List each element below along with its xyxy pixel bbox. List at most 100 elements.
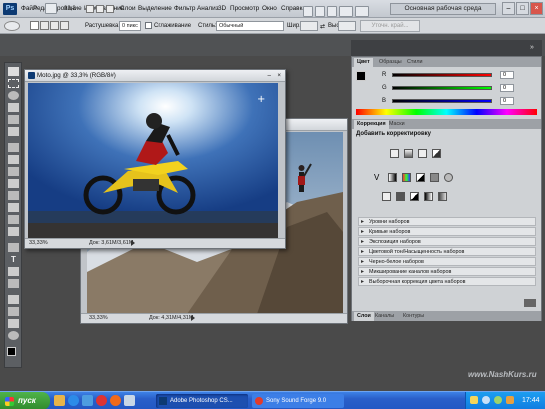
curves-icon[interactable] (418, 149, 427, 158)
move-tool-icon[interactable] (8, 67, 19, 76)
minimize-icon[interactable]: – (502, 2, 515, 15)
add-selection-icon[interactable] (40, 21, 49, 30)
tab-swatches[interactable]: Образцы (376, 58, 405, 67)
shape-tool-icon[interactable] (8, 279, 19, 288)
swap-icon[interactable]: ⇄ (320, 23, 325, 30)
preset-exposure[interactable]: Экспозиция наборов (358, 237, 536, 246)
arrange-documents-icon[interactable] (339, 6, 353, 17)
history-brush-tool-icon[interactable] (8, 179, 19, 188)
hand-tool-icon[interactable] (303, 6, 313, 17)
ellipse-marquee-icon[interactable] (4, 21, 20, 31)
magnifier-icon[interactable] (96, 5, 104, 13)
adjustments-options-icon[interactable] (524, 299, 536, 307)
zoom-value[interactable]: 33,3 (64, 4, 76, 14)
zoom-status[interactable]: 33,33% (89, 314, 108, 323)
marquee-tool-icon[interactable] (8, 79, 19, 88)
firefox-icon[interactable] (110, 395, 121, 406)
doc-minimize-icon[interactable]: – (268, 70, 271, 82)
menu-window[interactable]: Окно (262, 5, 277, 12)
zoom-tool-icon[interactable] (8, 331, 19, 340)
opera-icon[interactable] (96, 395, 107, 406)
document-window-front[interactable]: Moto.jpg @ 33,3% (RGB/8#) – × + 33,33% Д… (24, 69, 286, 249)
ie-icon[interactable] (68, 395, 79, 406)
hand-icon[interactable] (86, 5, 94, 13)
brush-tool-icon[interactable] (8, 155, 19, 164)
style-select[interactable]: Обычный (216, 21, 284, 31)
tab-styles[interactable]: Стили (404, 58, 426, 67)
preset-curves[interactable]: Кривые наборов (358, 227, 536, 236)
antialias-checkbox[interactable] (145, 22, 152, 29)
type-tool-icon[interactable]: T (8, 255, 19, 264)
3d-rotate-tool-icon[interactable] (8, 295, 19, 304)
green-value[interactable]: 0 (500, 84, 514, 92)
preset-channel-mixer[interactable]: Микширование каналов наборов (358, 267, 536, 276)
tab-paths[interactable]: Контуры (400, 312, 427, 321)
red-value[interactable]: 0 (500, 71, 514, 79)
close-icon[interactable]: × (530, 2, 543, 15)
document-titlebar-front[interactable]: Moto.jpg @ 33,3% (RGB/8#) – × (25, 70, 285, 82)
menu-view[interactable]: Просмотр (230, 5, 259, 12)
menu-analysis[interactable]: Анализ (197, 5, 219, 12)
pen-tool-icon[interactable] (8, 243, 19, 252)
subtract-selection-icon[interactable] (50, 21, 59, 30)
eyedropper-tool-icon[interactable] (8, 127, 19, 136)
preset-selective-color[interactable]: Выборочная коррекция цвета наборов (358, 277, 536, 286)
gradient-map-icon[interactable] (424, 192, 433, 201)
red-slider[interactable] (392, 73, 492, 77)
preset-hue-saturation[interactable]: Цветовой тон/Насыщенность наборов (358, 247, 536, 256)
photo-filter-icon[interactable] (430, 173, 439, 182)
collapse-panels-icon[interactable]: » (530, 44, 538, 52)
desktop-icon[interactable] (124, 395, 135, 406)
tab-layers[interactable]: Слои (354, 312, 374, 321)
posterize-icon[interactable] (396, 192, 405, 201)
task-photoshop[interactable]: Adobe Photoshop CS... (156, 394, 248, 408)
menu-filter[interactable]: Фильтр (174, 5, 195, 12)
tab-color[interactable]: Цвет (354, 58, 373, 67)
start-button[interactable]: пуск (0, 392, 50, 409)
workspace-switcher[interactable]: Основная рабочая среда (390, 3, 496, 15)
healing-brush-tool-icon[interactable] (8, 143, 19, 152)
lasso-tool-icon[interactable] (8, 91, 19, 100)
refine-edge-button[interactable]: Уточн. край... (360, 20, 420, 32)
channel-mixer-icon[interactable] (444, 173, 453, 182)
height-input[interactable] (338, 21, 356, 31)
status-menu-icon[interactable] (131, 240, 137, 246)
explorer-icon[interactable] (54, 395, 65, 406)
path-selection-tool-icon[interactable] (8, 267, 19, 276)
hue-saturation-icon[interactable] (388, 173, 397, 182)
status-menu-icon[interactable] (191, 315, 197, 321)
network-icon[interactable] (482, 396, 490, 404)
intersect-selection-icon[interactable] (60, 21, 69, 30)
green-slider[interactable] (392, 86, 492, 90)
black-white-icon[interactable] (416, 173, 425, 182)
rotate-icon[interactable] (106, 5, 114, 13)
antivirus-icon[interactable] (506, 396, 514, 404)
color-spectrum-ramp[interactable] (356, 109, 537, 115)
zoom-tool-icon[interactable] (315, 6, 325, 17)
launch-bridge-icon[interactable] (45, 3, 57, 14)
blue-slider[interactable] (392, 99, 492, 103)
rotate-view-icon[interactable] (327, 6, 337, 17)
hand-tool-icon[interactable] (8, 319, 19, 328)
language-icon[interactable] (470, 396, 478, 404)
doc-close-icon[interactable]: × (277, 70, 281, 82)
brightness-contrast-icon[interactable] (390, 149, 399, 158)
preset-black-white[interactable]: Черно-белое наборов (358, 257, 536, 266)
tab-channels[interactable]: Каналы (372, 312, 397, 321)
clone-stamp-tool-icon[interactable] (8, 167, 19, 176)
new-selection-icon[interactable] (30, 21, 39, 30)
gradient-tool-icon[interactable] (8, 203, 19, 212)
task-sound-forge[interactable]: Sony Sound Forge 9.0 (252, 394, 344, 408)
zoom-status[interactable]: 33,33% (29, 239, 48, 248)
volume-icon[interactable] (494, 396, 502, 404)
blue-value[interactable]: 0 (500, 97, 514, 105)
invert-icon[interactable] (382, 192, 391, 201)
preset-levels[interactable]: Уровни наборов (358, 217, 536, 226)
tab-adjustments[interactable]: Коррекция (354, 120, 389, 129)
foreground-color-swatch[interactable] (7, 347, 16, 356)
width-input[interactable] (300, 21, 318, 31)
eraser-tool-icon[interactable] (8, 191, 19, 200)
selective-color-icon[interactable] (438, 192, 447, 201)
feather-input[interactable]: 0 пикс (119, 21, 141, 31)
exposure-icon[interactable] (432, 149, 441, 158)
